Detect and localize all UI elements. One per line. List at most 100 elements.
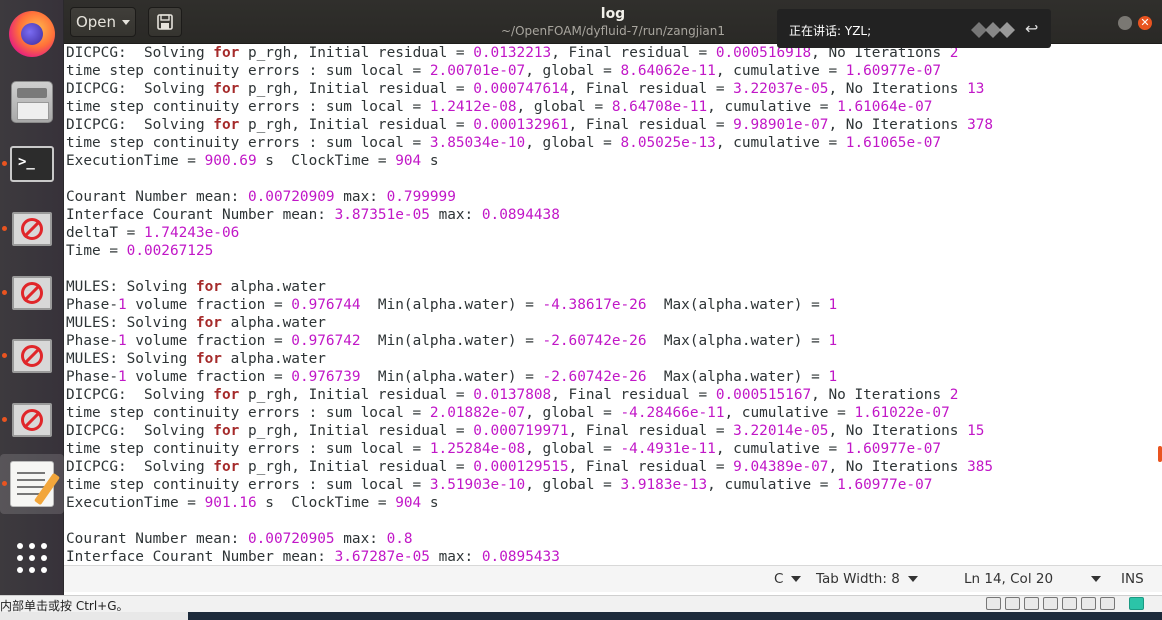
number-token: 9.04389e-07 xyxy=(733,459,829,475)
text-token: Min(alpha.water) = xyxy=(360,297,543,313)
text-token: , cumulative = xyxy=(707,99,838,115)
text-token: , cumulative = xyxy=(707,477,838,493)
display-icon[interactable] xyxy=(1100,597,1115,610)
text-token: , global = xyxy=(525,441,621,457)
text-token: time step continuity errors : sum local … xyxy=(66,135,430,151)
log-line: Phase-1 volume fraction = 0.976739 Min(a… xyxy=(66,368,1156,386)
log-line: time step continuity errors : sum local … xyxy=(66,134,1156,152)
number-token: 385 xyxy=(967,459,994,475)
dock-text-editor[interactable] xyxy=(0,454,64,514)
keyword-token: for xyxy=(213,81,240,97)
text-token: , global = xyxy=(516,99,612,115)
no-entry-icon xyxy=(12,276,52,310)
number-token: -4.28466e-11 xyxy=(620,405,725,421)
chevron-down-icon xyxy=(907,576,918,582)
log-line: Courant Number mean: 0.00720905 max: 0.8 xyxy=(66,530,1156,548)
dock-app-2[interactable] xyxy=(0,263,64,323)
dock-firefox[interactable] xyxy=(0,4,64,64)
minimize-icon[interactable] xyxy=(1118,16,1132,30)
log-line: deltaT = 1.74243e-06 xyxy=(66,224,1156,242)
text-token: , Final residual = xyxy=(551,45,716,61)
number-token: 0.000129515 xyxy=(473,459,569,475)
log-line: time step continuity errors : sum local … xyxy=(66,476,1156,494)
tab-width-label: Tab Width: 8 xyxy=(816,571,900,587)
number-token: 1.74243e-06 xyxy=(143,225,240,241)
log-line: time step continuity errors : sum local … xyxy=(66,404,1156,422)
dock-app-4[interactable] xyxy=(0,390,64,450)
dock-app-3[interactable] xyxy=(0,326,64,386)
no-entry-icon xyxy=(12,339,52,373)
cursor-position-selector[interactable]: Ln 14, Col 20 xyxy=(964,571,1102,587)
text-token: ExecutionTime = xyxy=(66,495,205,511)
number-token: 901.16 xyxy=(204,495,257,511)
number-token: -2.60742e-26 xyxy=(542,333,647,349)
show-applications-button[interactable] xyxy=(0,528,64,588)
number-token: 1.61064e-07 xyxy=(837,99,933,115)
text-token: Max(alpha.water) = xyxy=(646,333,829,349)
number-token: 8.64062e-11 xyxy=(620,63,716,79)
text-token: volume fraction = xyxy=(126,333,292,349)
number-token: 0.976744 xyxy=(291,297,361,313)
text-token: DICPCG: Solving xyxy=(66,117,214,133)
number-token: 0.0894438 xyxy=(481,207,560,223)
number-token: 0.000747614 xyxy=(473,81,569,97)
no-entry-icon xyxy=(12,212,52,246)
text-token: p_rgh, Initial residual = xyxy=(239,423,474,439)
tab-width-selector[interactable]: Tab Width: 8 xyxy=(816,571,918,587)
text-token: , global = xyxy=(525,477,621,493)
scrollbar[interactable] xyxy=(1156,44,1162,565)
number-token: 2.00701e-07 xyxy=(429,63,526,79)
scrollbar-thumb[interactable] xyxy=(1158,446,1162,462)
vm-device-icons xyxy=(986,597,1144,610)
log-text: DICPCG: Solving for p_rgh, Initial resid… xyxy=(64,44,1156,565)
sound-wave-icon xyxy=(971,22,1015,38)
log-line: DICPCG: Solving for p_rgh, Initial resid… xyxy=(66,422,1156,440)
running-indicator xyxy=(2,353,7,358)
hard-disk-icon[interactable] xyxy=(986,597,1001,610)
keyword-token: for xyxy=(213,45,240,61)
text-token: , No Iterations xyxy=(828,459,968,475)
number-token: 900.69 xyxy=(204,153,257,169)
usb-icon[interactable] xyxy=(1081,597,1096,610)
number-token: 1 xyxy=(828,333,838,349)
log-line: time step continuity errors : sum local … xyxy=(66,440,1156,458)
text-token: , Final residual = xyxy=(568,459,734,475)
language-selector[interactable]: C xyxy=(774,571,802,587)
text-token: deltaT = xyxy=(66,225,144,241)
printer-icon[interactable] xyxy=(1043,597,1058,610)
number-token: 0.00720909 xyxy=(247,189,335,205)
text-token: , No Iterations xyxy=(811,387,950,403)
log-line: time step continuity errors : sum local … xyxy=(66,62,1156,80)
reply-icon[interactable]: ↩ xyxy=(1025,19,1038,38)
dock-files[interactable] xyxy=(0,72,64,132)
number-token: 1 xyxy=(117,369,127,385)
text-area[interactable]: DICPCG: Solving for p_rgh, Initial resid… xyxy=(64,44,1156,565)
keyword-token: for xyxy=(213,423,240,439)
network-icon[interactable] xyxy=(1024,597,1039,610)
dock-app-1[interactable] xyxy=(0,199,64,259)
text-token: Phase- xyxy=(66,297,118,313)
text-token: , cumulative = xyxy=(715,63,846,79)
text-token: max: xyxy=(429,207,482,223)
keyword-token: for xyxy=(213,117,240,133)
number-token: 1.2412e-08 xyxy=(429,99,517,115)
log-line: DICPCG: Solving for p_rgh, Initial resid… xyxy=(66,458,1156,476)
number-token: 0.00720905 xyxy=(247,531,335,547)
sound-icon[interactable] xyxy=(1062,597,1077,610)
text-token: ExecutionTime = xyxy=(66,153,205,169)
number-token: 9.98901e-07 xyxy=(733,117,829,133)
text-token: s ClockTime = xyxy=(256,495,396,511)
dock: >_ xyxy=(0,0,64,595)
cd-icon[interactable] xyxy=(1005,597,1020,610)
dock-terminal[interactable]: >_ xyxy=(0,134,64,194)
log-line: DICPCG: Solving for p_rgh, Initial resid… xyxy=(66,80,1156,98)
message-icon[interactable] xyxy=(1129,597,1144,610)
close-button[interactable]: ✕ xyxy=(1138,16,1152,30)
number-token: 2 xyxy=(949,387,959,403)
log-line: Time = 0.00267125 xyxy=(66,242,1156,260)
text-token: , No Iterations xyxy=(828,81,968,97)
number-token: 0.00267125 xyxy=(126,243,214,259)
insert-mode[interactable]: INS xyxy=(1121,571,1144,587)
log-line: DICPCG: Solving for p_rgh, Initial resid… xyxy=(66,116,1156,134)
